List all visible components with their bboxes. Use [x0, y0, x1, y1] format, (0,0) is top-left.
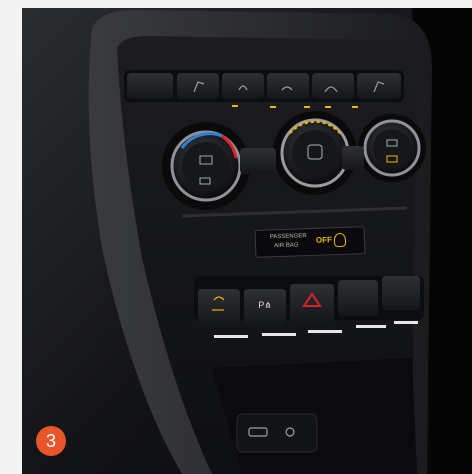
temperature-left-knob	[162, 122, 250, 210]
airbag-label-line2: AIR BAG	[274, 242, 299, 250]
center-console-illustration: P⋔	[22, 8, 472, 474]
parking-sensor-icon: P⋔	[258, 300, 272, 310]
airbag-off-status: OFF	[315, 235, 333, 245]
center-console-photo: P⋔ PASSENGER AIR BAG OFF	[22, 8, 472, 474]
passenger-airbag-indicator: PASSENGER AIR BAG OFF	[254, 226, 366, 258]
figure-number-badge: 3	[36, 426, 66, 456]
airbag-off-icon	[333, 232, 347, 248]
figure-frame: P⋔ PASSENGER AIR BAG OFF 3	[0, 0, 472, 474]
temperature-right-knob	[358, 114, 426, 182]
airbag-label-line1: PASSENGER	[269, 233, 307, 241]
